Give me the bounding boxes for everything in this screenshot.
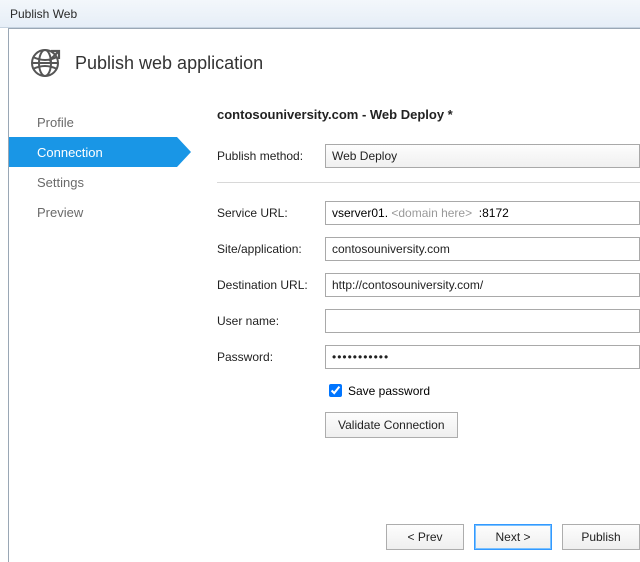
profile-name-title: contosouniversity.com - Web Deploy * (217, 107, 640, 122)
content: Profile Connection Settings Preview cont… (9, 91, 640, 438)
row-service-url: Service URL: vserver01. <domain here> :8… (217, 201, 640, 225)
service-url-input[interactable]: vserver01. <domain here> :8172 (325, 201, 640, 225)
user-name-input[interactable] (325, 309, 640, 333)
sidebar: Profile Connection Settings Preview (9, 99, 177, 438)
header: Publish web application (9, 29, 640, 91)
row-destination-url: Destination URL: (217, 273, 640, 297)
publish-method-label: Publish method: (217, 149, 325, 163)
row-user-name: User name: (217, 309, 640, 333)
service-url-hint: <domain here> (391, 206, 472, 220)
destination-url-input[interactable] (325, 273, 640, 297)
password-input[interactable] (325, 345, 640, 369)
globe-publish-icon (29, 47, 61, 79)
service-url-suffix: :8172 (479, 206, 509, 220)
row-publish-method: Publish method: Web Deploy (217, 144, 640, 168)
sidebar-label: Preview (37, 205, 83, 220)
sidebar-item-profile[interactable]: Profile (9, 107, 177, 137)
prev-button[interactable]: < Prev (386, 524, 464, 550)
save-password-row: Save password (325, 381, 640, 400)
main-panel: contosouniversity.com - Web Deploy * Pub… (177, 99, 640, 438)
sidebar-item-connection[interactable]: Connection (9, 137, 177, 167)
destination-url-label: Destination URL: (217, 278, 325, 292)
save-password-checkbox[interactable] (329, 384, 342, 397)
password-label: Password: (217, 350, 325, 364)
site-app-label: Site/application: (217, 242, 325, 256)
window-body: Publish web application Profile Connecti… (8, 28, 640, 562)
service-url-prefix: vserver01. (332, 206, 388, 220)
sidebar-label: Profile (37, 115, 74, 130)
footer-buttons: < Prev Next > Publish (386, 524, 640, 550)
publish-button[interactable]: Publish (562, 524, 640, 550)
sidebar-item-settings[interactable]: Settings (9, 167, 177, 197)
row-site-application: Site/application: (217, 237, 640, 261)
divider (217, 182, 640, 183)
validate-connection-button[interactable]: Validate Connection (325, 412, 458, 438)
row-password: Password: (217, 345, 640, 369)
page-title: Publish web application (75, 53, 263, 74)
service-url-label: Service URL: (217, 206, 325, 220)
publish-method-select[interactable]: Web Deploy (325, 144, 640, 168)
sidebar-label: Connection (37, 145, 103, 160)
save-password-label: Save password (348, 384, 430, 398)
titlebar: Publish Web (0, 0, 640, 28)
next-button[interactable]: Next > (474, 524, 552, 550)
site-app-input[interactable] (325, 237, 640, 261)
user-name-label: User name: (217, 314, 325, 328)
sidebar-item-preview[interactable]: Preview (9, 197, 177, 227)
window-title: Publish Web (10, 7, 77, 21)
sidebar-label: Settings (37, 175, 84, 190)
